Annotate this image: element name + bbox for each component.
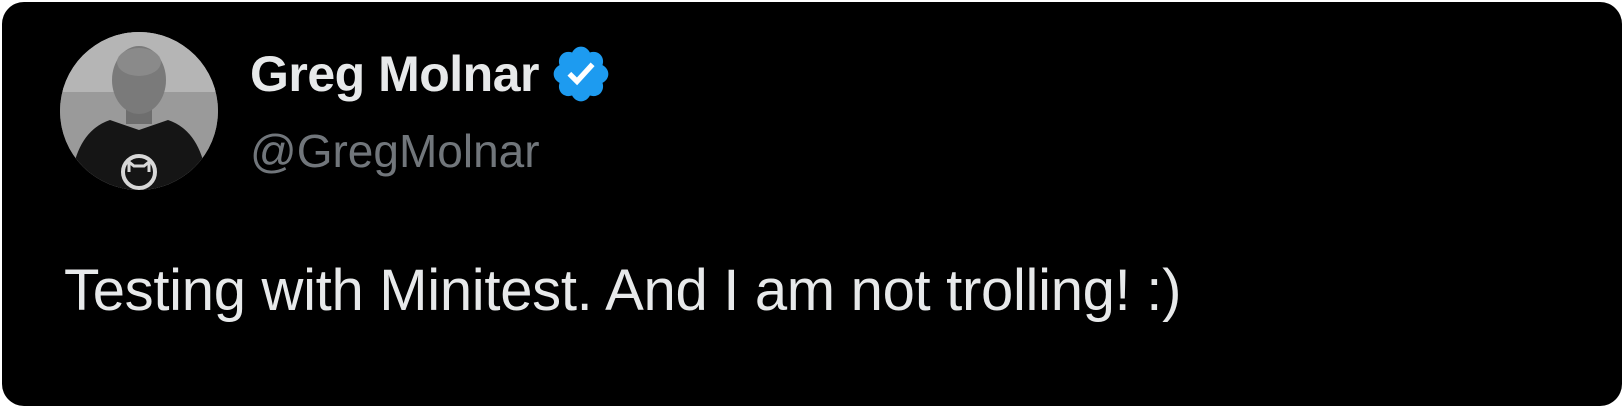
avatar[interactable]	[60, 32, 218, 190]
author-handle[interactable]: @GregMolnar	[250, 124, 540, 178]
avatar-photo	[60, 32, 218, 190]
author-name-row: Greg Molnar	[250, 42, 613, 106]
display-name[interactable]: Greg Molnar	[250, 45, 539, 103]
verified-badge-icon	[549, 42, 613, 106]
tweet-card: Greg Molnar @GregMolnar Testing with Min…	[2, 2, 1622, 406]
tweet-text: Testing with Minitest. And I am not trol…	[64, 258, 1182, 323]
